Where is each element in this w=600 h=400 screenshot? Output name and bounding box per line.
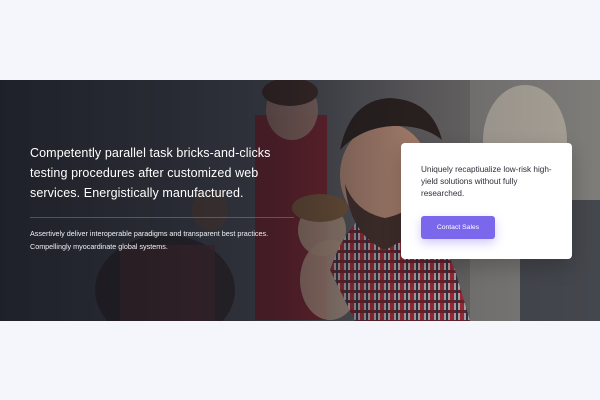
- contact-sales-button[interactable]: Contact Sales: [421, 216, 495, 239]
- contact-card-text: Uniquely recaptiualize low-risk high-yie…: [421, 165, 552, 198]
- contact-card: Uniquely recaptiualize low-risk high-yie…: [401, 143, 572, 259]
- hero-divider: [30, 217, 294, 218]
- hero-content: Competently parallel task bricks-and-cli…: [30, 143, 295, 253]
- page: Competently parallel task bricks-and-cli…: [0, 0, 600, 400]
- hero-description: Assertively deliver interoperable paradi…: [30, 229, 269, 251]
- hero-title: Competently parallel task bricks-and-cli…: [30, 146, 271, 200]
